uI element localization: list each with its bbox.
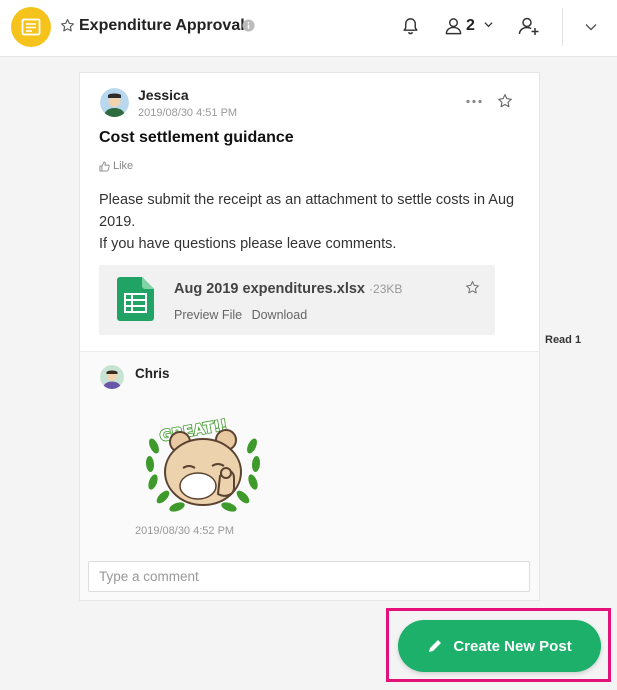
more-options-icon[interactable] [466, 99, 482, 104]
top-header: Expenditure Approval 2 [0, 0, 617, 57]
attachment-star-icon[interactable] [465, 280, 480, 295]
post-body-line: Please submit the receipt as an attachme… [99, 192, 515, 230]
spreadsheet-file-icon [117, 277, 154, 321]
post-star-icon[interactable] [497, 93, 513, 109]
post-body: Please submit the receipt as an attachme… [99, 189, 529, 255]
commenter-avatar[interactable] [100, 365, 124, 389]
preview-file-link[interactable]: Preview File [174, 308, 242, 322]
attachment-name-text: Aug 2019 expenditures.xlsx [174, 281, 365, 297]
favorite-star-icon[interactable] [60, 18, 75, 33]
add-member-icon[interactable] [518, 16, 540, 36]
attachment-size: ·23KB [369, 282, 403, 296]
comment-author[interactable]: Chris [135, 366, 170, 381]
like-button[interactable]: Like [99, 160, 133, 172]
chevron-down-icon[interactable] [585, 23, 597, 31]
download-link[interactable]: Download [252, 308, 308, 322]
great-sticker-image: GREAT!! [145, 415, 261, 512]
attachment-card[interactable]: Aug 2019 expenditures.xlsx ·23KB Preview… [99, 265, 495, 335]
member-count[interactable]: 2 [466, 17, 475, 35]
post-author[interactable]: Jessica [138, 87, 189, 103]
post-timestamp: 2019/08/30 4:51 PM [138, 107, 238, 119]
comment-timestamp: 2019/08/30 4:52 PM [135, 525, 235, 537]
like-label: Like [113, 160, 134, 172]
attachment-links: Preview File Download [174, 308, 313, 322]
app-icon[interactable] [11, 7, 51, 47]
notification-bell-icon[interactable] [401, 16, 420, 36]
pencil-icon [429, 639, 443, 652]
create-new-post-button[interactable]: Create New Post [398, 620, 601, 672]
thumbs-up-icon [99, 160, 110, 172]
avatar-image-icon [100, 365, 124, 389]
page-title: Expenditure Approval [79, 17, 245, 34]
comments-section: Chris GREAT!! 2019/08/30 4:52 PM Type a … [80, 351, 539, 600]
header-divider [562, 8, 563, 46]
members-icon[interactable] [444, 16, 463, 36]
post-title: Cost settlement guidance [99, 129, 294, 146]
info-icon[interactable] [242, 19, 255, 32]
comment-input[interactable] [88, 561, 530, 592]
avatar[interactable] [100, 88, 129, 117]
avatar-image-icon [100, 88, 129, 117]
post-body-line: If you have questions please leave comme… [99, 236, 397, 252]
board-icon [21, 18, 41, 36]
attachment-filename[interactable]: Aug 2019 expenditures.xlsx ·23KB [174, 281, 402, 297]
post-card: Jessica 2019/08/30 4:51 PM Cost settleme… [79, 72, 540, 601]
chevron-down-icon[interactable] [484, 21, 493, 28]
read-count[interactable]: Read 1 [545, 334, 581, 346]
create-new-post-label: Create New Post [453, 637, 572, 655]
